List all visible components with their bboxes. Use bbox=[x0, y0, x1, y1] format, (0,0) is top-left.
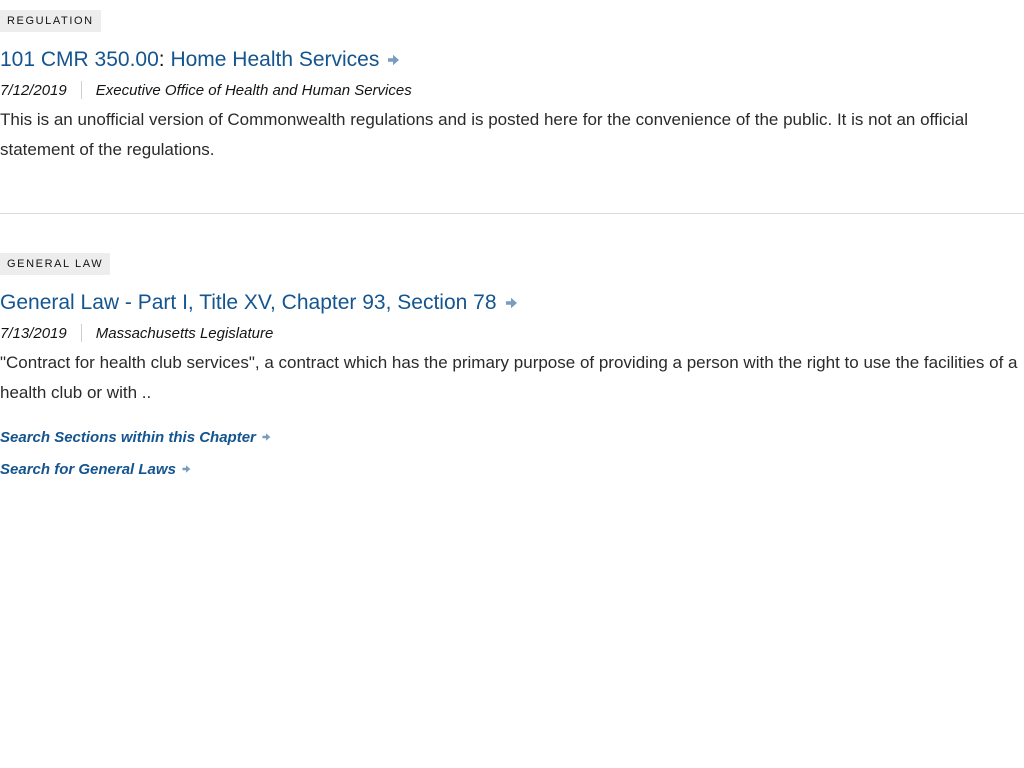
result-description: "Contract for health club services", a c… bbox=[0, 353, 1018, 402]
result-sub-links: Search Sections within this Chapter Sear… bbox=[0, 425, 1024, 481]
meta-divider bbox=[80, 81, 82, 99]
result-type-badge: GENERAL LAW bbox=[0, 253, 111, 275]
result-title-rest: Home Health Services bbox=[164, 48, 380, 71]
result-title-main: 101 CMR 350.00 bbox=[0, 48, 159, 71]
result-title-text: General Law - Part I, Title XV, Chapter … bbox=[0, 291, 497, 314]
result-organization: Massachusetts Legislature bbox=[95, 324, 274, 342]
search-sections-link[interactable]: Search Sections within this Chapter bbox=[0, 425, 1024, 449]
result-meta: 7/12/2019 Executive Office of Health and… bbox=[0, 79, 1024, 101]
result-date: 7/12/2019 bbox=[0, 81, 67, 99]
arrow-right-icon bbox=[181, 464, 191, 474]
arrow-right-icon bbox=[261, 432, 271, 442]
result-meta: 7/13/2019 Massachusetts Legislature bbox=[0, 322, 1024, 344]
result-title-link[interactable]: General Law - Part I, Title XV, Chapter … bbox=[0, 288, 1024, 318]
result-title-link[interactable]: 101 CMR 350.00: Home Health Services bbox=[0, 45, 1024, 75]
search-general-laws-link[interactable]: Search for General Laws bbox=[0, 457, 1024, 481]
search-results: REGULATION 101 CMR 350.00: Home Health S… bbox=[0, 0, 1024, 481]
arrow-right-icon bbox=[386, 53, 400, 67]
meta-divider bbox=[80, 324, 82, 342]
result-description: This is an unofficial version of Commonw… bbox=[0, 110, 968, 159]
result-organization: Executive Office of Health and Human Ser… bbox=[95, 81, 412, 99]
arrow-right-icon bbox=[504, 296, 518, 310]
result-type-badge: REGULATION bbox=[0, 10, 101, 32]
result-regulation: REGULATION 101 CMR 350.00: Home Health S… bbox=[0, 0, 1024, 214]
result-general-law: GENERAL LAW General Law - Part I, Title … bbox=[0, 214, 1024, 481]
search-sections-link-label: Search Sections within this Chapter bbox=[0, 428, 256, 446]
result-date: 7/13/2019 bbox=[0, 324, 67, 342]
search-general-laws-link-label: Search for General Laws bbox=[0, 460, 176, 478]
